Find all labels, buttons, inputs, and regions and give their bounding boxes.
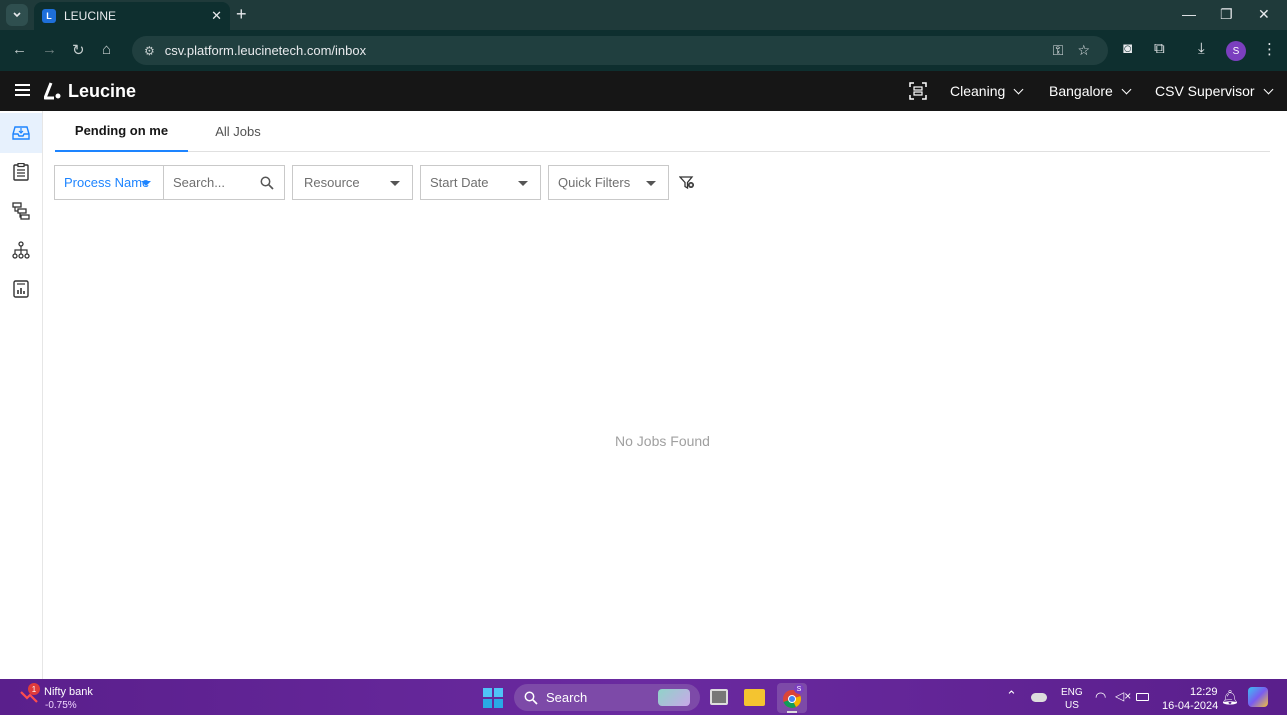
start-date-filter[interactable]: Start Date xyxy=(420,165,541,200)
tab-title: LEUCINE xyxy=(64,9,117,23)
caret-down-icon xyxy=(390,181,400,186)
file-explorer-icon[interactable] xyxy=(744,689,765,706)
caret-down-icon xyxy=(646,181,656,186)
chrome-profile-badge: S xyxy=(794,684,804,694)
bookmark-star-icon[interactable]: ☆ xyxy=(1077,42,1090,59)
chevron-down-icon xyxy=(1013,84,1024,94)
address-bar[interactable]: ⚙ csv.platform.leucinetech.com/inbox ⚿ ☆ xyxy=(132,36,1108,65)
tab-search-button[interactable] xyxy=(6,4,28,26)
volume-muted-icon[interactable]: ◁× xyxy=(1115,689,1131,703)
leucine-logo-icon xyxy=(44,82,61,100)
clock-time[interactable]: 12:29 xyxy=(1190,686,1218,698)
resource-label: Resource xyxy=(304,175,360,190)
download-icon[interactable]: ⤓ xyxy=(1198,40,1205,57)
inbox-tabs: Pending on me All Jobs xyxy=(55,111,1270,152)
notification-badge: 1 xyxy=(28,683,40,695)
reload-icon[interactable]: ↻ xyxy=(72,41,85,59)
user-role-dropdown[interactable]: CSV Supervisor xyxy=(1155,83,1274,99)
tab-pending-on-me[interactable]: Pending on me xyxy=(55,111,188,152)
new-tab-icon[interactable]: + xyxy=(236,4,247,24)
back-icon[interactable]: ← xyxy=(12,41,27,58)
language-line1[interactable]: ENG xyxy=(1061,687,1083,698)
taskbar-search-label: Search xyxy=(546,690,588,705)
site-settings-icon[interactable]: ⚙ xyxy=(144,44,155,58)
inbox-icon xyxy=(12,126,30,140)
search-highlight-image xyxy=(658,689,690,706)
report-icon xyxy=(13,280,29,298)
hamburger-menu-icon[interactable] xyxy=(15,84,30,96)
qr-scan-icon[interactable] xyxy=(909,82,927,100)
search-icon[interactable] xyxy=(260,176,274,190)
window-close-icon[interactable]: ✕ xyxy=(1258,6,1270,23)
market-widget-icon[interactable]: 1 xyxy=(20,683,40,706)
search-box xyxy=(163,165,285,200)
taskbar-search[interactable]: Search xyxy=(514,684,700,711)
brand-name: Leucine xyxy=(68,81,137,101)
app-header: Leucine Cleaning Bangalore CSV Superviso… xyxy=(0,71,1287,111)
chevron-down-icon xyxy=(1121,84,1132,94)
sidebar-item-checklists[interactable] xyxy=(0,152,42,192)
extensions-icon[interactable]: ⧉ xyxy=(1154,40,1165,57)
quick-filters-label: Quick Filters xyxy=(558,175,631,190)
hierarchy-icon xyxy=(12,241,30,259)
widget-title[interactable]: Nifty bank xyxy=(44,686,93,698)
clear-filter-icon[interactable] xyxy=(679,176,695,190)
start-date-label: Start Date xyxy=(430,175,489,190)
sidebar xyxy=(0,111,43,679)
forward-icon[interactable]: → xyxy=(42,41,57,58)
sidebar-item-inbox[interactable] xyxy=(0,113,42,153)
quick-filters-dropdown[interactable]: Quick Filters xyxy=(548,165,669,200)
restore-icon[interactable]: ❐ xyxy=(1220,6,1233,23)
task-view-icon[interactable] xyxy=(710,689,728,705)
copilot-icon[interactable] xyxy=(1248,687,1268,707)
windows-taskbar: 1 Nifty bank -0.75% Search S ⌃ ENG US ◠ … xyxy=(0,679,1287,715)
sidebar-item-ontology[interactable] xyxy=(0,230,42,270)
widget-value: -0.75% xyxy=(45,700,77,711)
browser-tab-strip: L LEUCINE ✕ + — ❐ ✕ xyxy=(0,0,1287,30)
wifi-icon[interactable]: ◠ xyxy=(1095,689,1106,705)
home-icon[interactable]: ⌂ xyxy=(102,41,111,58)
notification-bell-icon[interactable]: 🔔︎ xyxy=(1221,689,1239,706)
chrome-taskbar-item[interactable]: S xyxy=(777,683,807,713)
facility-type-label: Cleaning xyxy=(950,83,1006,99)
clipboard-icon xyxy=(13,163,29,181)
sidebar-item-reports[interactable] xyxy=(0,269,42,309)
browser-toolbar: ← → ↻ ⌂ ⚙ csv.platform.leucinetech.com/i… xyxy=(0,30,1287,71)
caret-down-icon xyxy=(518,181,528,186)
show-hidden-icons-icon[interactable]: ⌃ xyxy=(1006,688,1017,704)
password-key-icon[interactable]: ⚿ xyxy=(1053,42,1064,59)
caret-down-icon xyxy=(141,181,151,186)
empty-state-message: No Jobs Found xyxy=(615,433,710,449)
location-label: Bangalore xyxy=(1049,83,1113,99)
close-tab-icon[interactable]: ✕ xyxy=(211,8,222,24)
active-app-indicator xyxy=(787,711,797,713)
url-text: csv.platform.leucinetech.com/inbox xyxy=(164,43,367,58)
profile-avatar[interactable]: S xyxy=(1226,41,1246,61)
chevron-down-icon xyxy=(13,12,21,18)
process-flow-icon xyxy=(12,202,30,220)
minimize-icon[interactable]: — xyxy=(1182,6,1196,22)
language-line2: US xyxy=(1065,700,1079,711)
search-input[interactable] xyxy=(173,175,253,190)
camera-extension-icon[interactable]: ◙ xyxy=(1123,40,1132,57)
leucine-favicon: L xyxy=(42,9,56,23)
tab-all-jobs[interactable]: All Jobs xyxy=(188,111,288,152)
windows-start-icon[interactable] xyxy=(483,688,503,708)
process-name-filter[interactable]: Process Name xyxy=(54,165,164,200)
search-icon xyxy=(524,691,538,705)
resource-filter[interactable]: Resource xyxy=(292,165,413,200)
battery-icon[interactable] xyxy=(1136,693,1149,701)
location-dropdown[interactable]: Bangalore xyxy=(1049,83,1132,99)
facility-type-dropdown[interactable]: Cleaning xyxy=(950,83,1024,99)
user-role-label: CSV Supervisor xyxy=(1155,83,1255,99)
browser-menu-icon[interactable]: ⋮ xyxy=(1262,40,1277,58)
browser-tab[interactable]: L LEUCINE ✕ xyxy=(34,2,230,30)
chevron-down-icon xyxy=(1263,84,1274,94)
clock-date: 16-04-2024 xyxy=(1162,700,1219,712)
onedrive-cloud-icon[interactable] xyxy=(1031,693,1047,702)
process-name-label: Process Name xyxy=(64,175,150,190)
sidebar-item-processes[interactable] xyxy=(0,191,42,231)
